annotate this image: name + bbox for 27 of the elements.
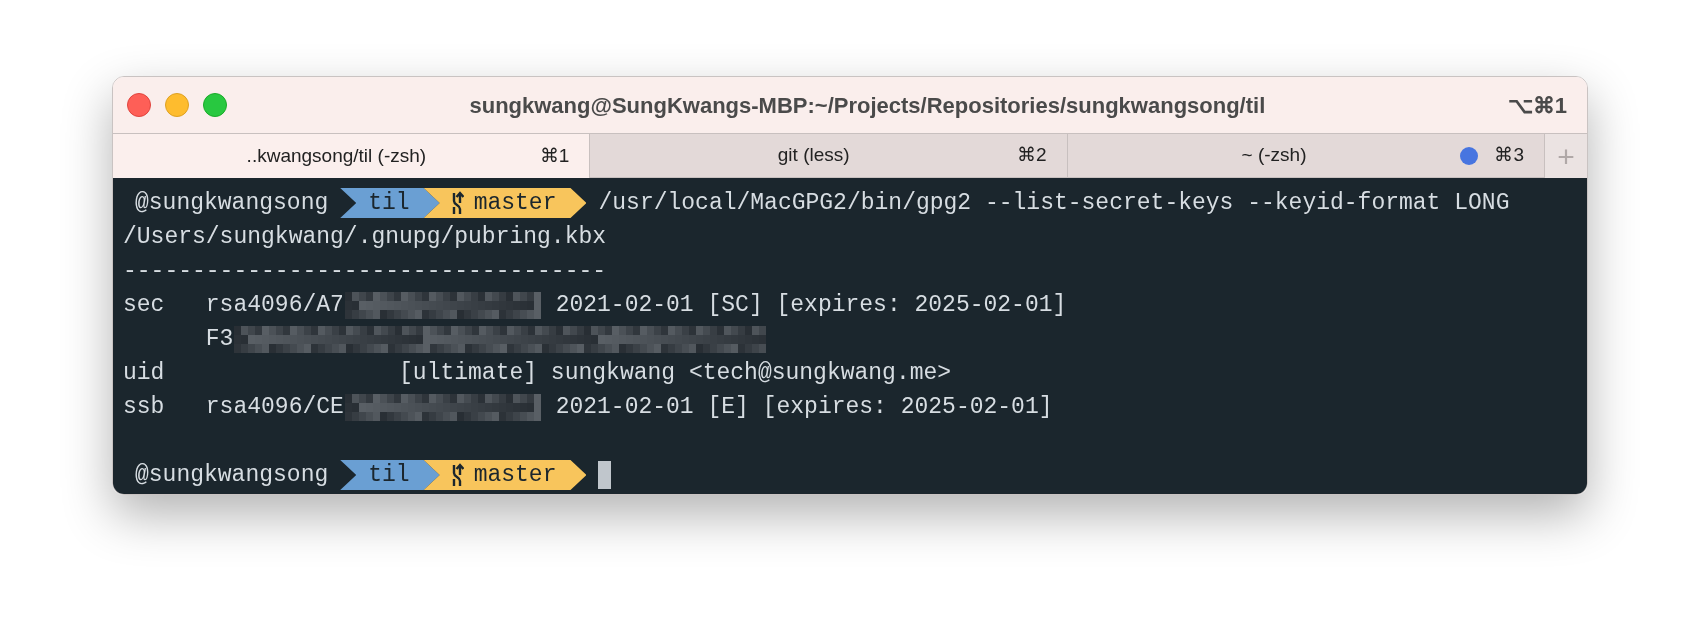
- prompt-user: @sungkwangsong: [135, 460, 329, 490]
- window-title: sungkwang@SungKwangs-MBP:~/Projects/Repositories/sungkwangsong/til: [468, 91, 1267, 120]
- close-button[interactable]: [127, 93, 151, 117]
- tab-shortcut: ⌘2: [1017, 143, 1047, 168]
- minimize-button[interactable]: [165, 93, 189, 117]
- output-line: uid [ultimate] sungkwang <tech@sungkwang.me>: [123, 358, 952, 388]
- tab-shortcut: ⌘1: [539, 143, 570, 168]
- tab[interactable]: git (less) ⌘2: [590, 134, 1068, 178]
- tab[interactable]: ..kwangsong/til (-zsh) ⌘1: [113, 134, 591, 178]
- output-line: F3: [204, 324, 234, 354]
- tab[interactable]: ~ (-zsh) ⌘3: [1067, 134, 1545, 178]
- tab-title: git (less): [776, 143, 851, 168]
- output-line: -----------------------------------: [123, 256, 607, 286]
- tab-title: ..kwangsong/til (-zsh): [245, 143, 428, 168]
- output-line: /Users/sungkwang/.gnupg/pubring.kbx: [123, 222, 607, 252]
- prompt-user: @sungkwangsong: [135, 188, 329, 218]
- zoom-button[interactable]: [203, 93, 227, 117]
- tab-shortcut: ⌘3: [1494, 143, 1524, 168]
- branch-name: master: [473, 188, 557, 218]
- command-text: /usr/local/MacGPG2/bin/gpg2 --list-secret-keys --keyid-format LONG: [598, 188, 1510, 218]
- output-line: ssb rsa4096/CE: [123, 392, 344, 422]
- tab-title: ~ (-zsh): [1240, 143, 1308, 168]
- window-shortcut: ⌥⌘1: [1507, 91, 1567, 120]
- output-line: 2021-02-01 [E] [expires: 2025-02-01]: [554, 392, 1053, 422]
- output-line: sec rsa4096/A7: [123, 290, 344, 320]
- branch-name: master: [473, 460, 557, 490]
- output-line: 2021-02-01 [SC] [expires: 2025-02-01]: [554, 290, 1067, 320]
